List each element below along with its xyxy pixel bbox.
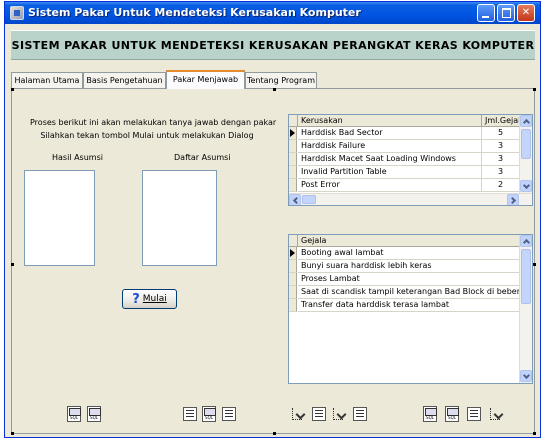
scroll-down-button[interactable] bbox=[520, 370, 532, 382]
chevron-up-icon bbox=[522, 238, 531, 247]
row-indicator bbox=[289, 260, 297, 273]
mulai-button[interactable]: ? Mulai bbox=[122, 289, 177, 309]
jml-gejala-cell[interactable]: 3 bbox=[482, 166, 520, 179]
daftar-asumsi-label: Daftar Asumsi bbox=[174, 153, 231, 162]
relation-tool-icon[interactable] bbox=[332, 406, 346, 422]
corner-marker bbox=[533, 432, 536, 435]
jml-gejala-cell[interactable]: 5 bbox=[482, 127, 520, 140]
jml-gejala-cell[interactable]: 3 bbox=[482, 140, 520, 153]
edge-marker bbox=[273, 432, 276, 435]
kerusakan-grid[interactable]: Kerusakan Jml.Gejala Harddisk Bad Sector… bbox=[288, 114, 533, 206]
edge-marker bbox=[11, 263, 14, 266]
grid-view-icon[interactable] bbox=[353, 407, 367, 421]
mulai-button-label: Mulai bbox=[142, 294, 167, 304]
relation-tool-icon[interactable] bbox=[291, 406, 305, 422]
chevron-right-icon bbox=[508, 196, 517, 205]
scroll-thumb[interactable] bbox=[521, 129, 531, 159]
gejala-cell[interactable]: Bunyi suara harddisk lebih keras bbox=[298, 260, 520, 273]
tab-page-pakar-menjawab: Proses berikut ini akan melakukan tanya … bbox=[11, 88, 536, 435]
current-row-arrow-icon bbox=[290, 129, 295, 137]
tab-pakar-menjawab[interactable]: Pakar Menjawab bbox=[166, 70, 245, 89]
jml-gejala-cell[interactable]: 2 bbox=[482, 179, 520, 192]
scroll-down-button[interactable] bbox=[520, 180, 532, 192]
sql-query-icon[interactable] bbox=[87, 406, 101, 422]
question-icon: ? bbox=[132, 292, 140, 307]
grid-view-icon[interactable] bbox=[312, 407, 326, 421]
scroll-thumb[interactable] bbox=[521, 249, 531, 304]
corner-marker bbox=[11, 432, 14, 435]
kerusakan-cell[interactable]: Harddisk Macet Saat Loading Windows bbox=[298, 153, 482, 166]
scroll-right-button[interactable] bbox=[507, 194, 519, 205]
grid-view-icon[interactable] bbox=[222, 407, 236, 421]
current-row-arrow-icon bbox=[290, 249, 295, 257]
row-indicator bbox=[289, 153, 297, 166]
close-icon: ✕ bbox=[521, 7, 531, 18]
row-indicator bbox=[289, 299, 297, 312]
kerusakan-cell[interactable]: Harddisk Bad Sector bbox=[298, 127, 482, 140]
edge-marker bbox=[533, 263, 536, 266]
row-indicator bbox=[289, 286, 297, 299]
gejala-cell[interactable]: Proses Lambat bbox=[298, 273, 520, 286]
relation-tool-icon[interactable] bbox=[489, 406, 503, 422]
row-indicator bbox=[289, 273, 297, 286]
scroll-left-button[interactable] bbox=[289, 194, 301, 205]
info-text-line2: Silahkan tekan tombol Mulai untuk melaku… bbox=[40, 131, 254, 140]
close-button[interactable]: ✕ bbox=[517, 4, 535, 22]
row-indicator bbox=[289, 247, 297, 260]
maximize-button[interactable] bbox=[497, 4, 515, 22]
tab-halaman-utama[interactable]: Halaman Utama bbox=[11, 72, 83, 89]
gejala-vertical-scrollbar[interactable] bbox=[519, 235, 532, 383]
row-indicator bbox=[289, 179, 297, 192]
grid-corner bbox=[289, 115, 298, 127]
hasil-asumsi-list[interactable] bbox=[24, 170, 95, 266]
gejala-column-header[interactable]: Gejala bbox=[298, 235, 520, 247]
grid-corner bbox=[289, 235, 298, 247]
chevron-down-icon bbox=[522, 371, 531, 380]
app-icon[interactable] bbox=[10, 6, 24, 20]
maximize-icon bbox=[502, 8, 511, 18]
hasil-asumsi-label: Hasil Asumsi bbox=[52, 153, 103, 162]
sql-query-icon[interactable] bbox=[202, 406, 216, 422]
gejala-cell[interactable]: Booting awal lambat bbox=[298, 247, 520, 260]
grid-view-icon[interactable] bbox=[183, 407, 197, 421]
grid-view-icon[interactable] bbox=[467, 407, 481, 421]
kerusakan-cell[interactable]: Post Error bbox=[298, 179, 482, 192]
main-window: Sistem Pakar Untuk Mendeteksi Kerusakan … bbox=[4, 1, 541, 438]
scroll-up-button[interactable] bbox=[520, 235, 532, 247]
jml-gejala-cell[interactable]: 3 bbox=[482, 153, 520, 166]
minimize-button[interactable] bbox=[477, 4, 495, 22]
chevron-down-icon bbox=[522, 181, 531, 190]
kerusakan-horizontal-scrollbar[interactable] bbox=[289, 193, 532, 205]
title-bar[interactable]: Sistem Pakar Untuk Mendeteksi Kerusakan … bbox=[5, 2, 540, 24]
chevron-left-icon bbox=[292, 196, 301, 205]
gejala-grid[interactable]: Gejala Booting awal lambat Bunyi suara h… bbox=[288, 234, 533, 384]
window-title: Sistem Pakar Untuk Mendeteksi Kerusakan … bbox=[28, 6, 361, 19]
daftar-asumsi-list[interactable] bbox=[142, 170, 217, 266]
jml-gejala-column-header[interactable]: Jml.Gejala bbox=[482, 115, 520, 127]
row-indicator bbox=[289, 127, 297, 140]
scroll-thumb[interactable] bbox=[302, 195, 316, 204]
corner-marker bbox=[533, 88, 536, 91]
scroll-up-button[interactable] bbox=[520, 115, 532, 127]
row-indicator bbox=[289, 140, 297, 153]
sql-query-icon[interactable] bbox=[423, 406, 437, 422]
kerusakan-cell[interactable]: Harddisk Failure bbox=[298, 140, 482, 153]
chevron-up-icon bbox=[522, 118, 531, 127]
minimize-icon bbox=[482, 16, 489, 18]
kerusakan-cell[interactable]: Invalid Partition Table bbox=[298, 166, 482, 179]
corner-marker bbox=[11, 88, 14, 91]
edge-marker bbox=[273, 88, 276, 91]
gejala-cell[interactable]: Transfer data harddisk terasa lambat bbox=[298, 299, 520, 312]
sql-query-icon[interactable] bbox=[67, 406, 81, 422]
tab-basis-pengetahuan[interactable]: Basis Pengetahuan bbox=[83, 72, 166, 89]
app-banner: SISTEM PAKAR UNTUK MENDETEKSI KERUSAKAN … bbox=[11, 30, 535, 60]
tab-tentang-program[interactable]: Tentang Program bbox=[245, 72, 317, 89]
gejala-cell[interactable]: Saat di scandisk tampil keterangan Bad B… bbox=[298, 286, 520, 299]
info-text-line1: Proses berikut ini akan melakukan tanya … bbox=[30, 118, 277, 127]
row-indicator bbox=[289, 166, 297, 179]
kerusakan-vertical-scrollbar[interactable] bbox=[519, 115, 532, 193]
sql-query-icon[interactable] bbox=[445, 406, 459, 422]
kerusakan-column-header[interactable]: Kerusakan bbox=[298, 115, 482, 127]
